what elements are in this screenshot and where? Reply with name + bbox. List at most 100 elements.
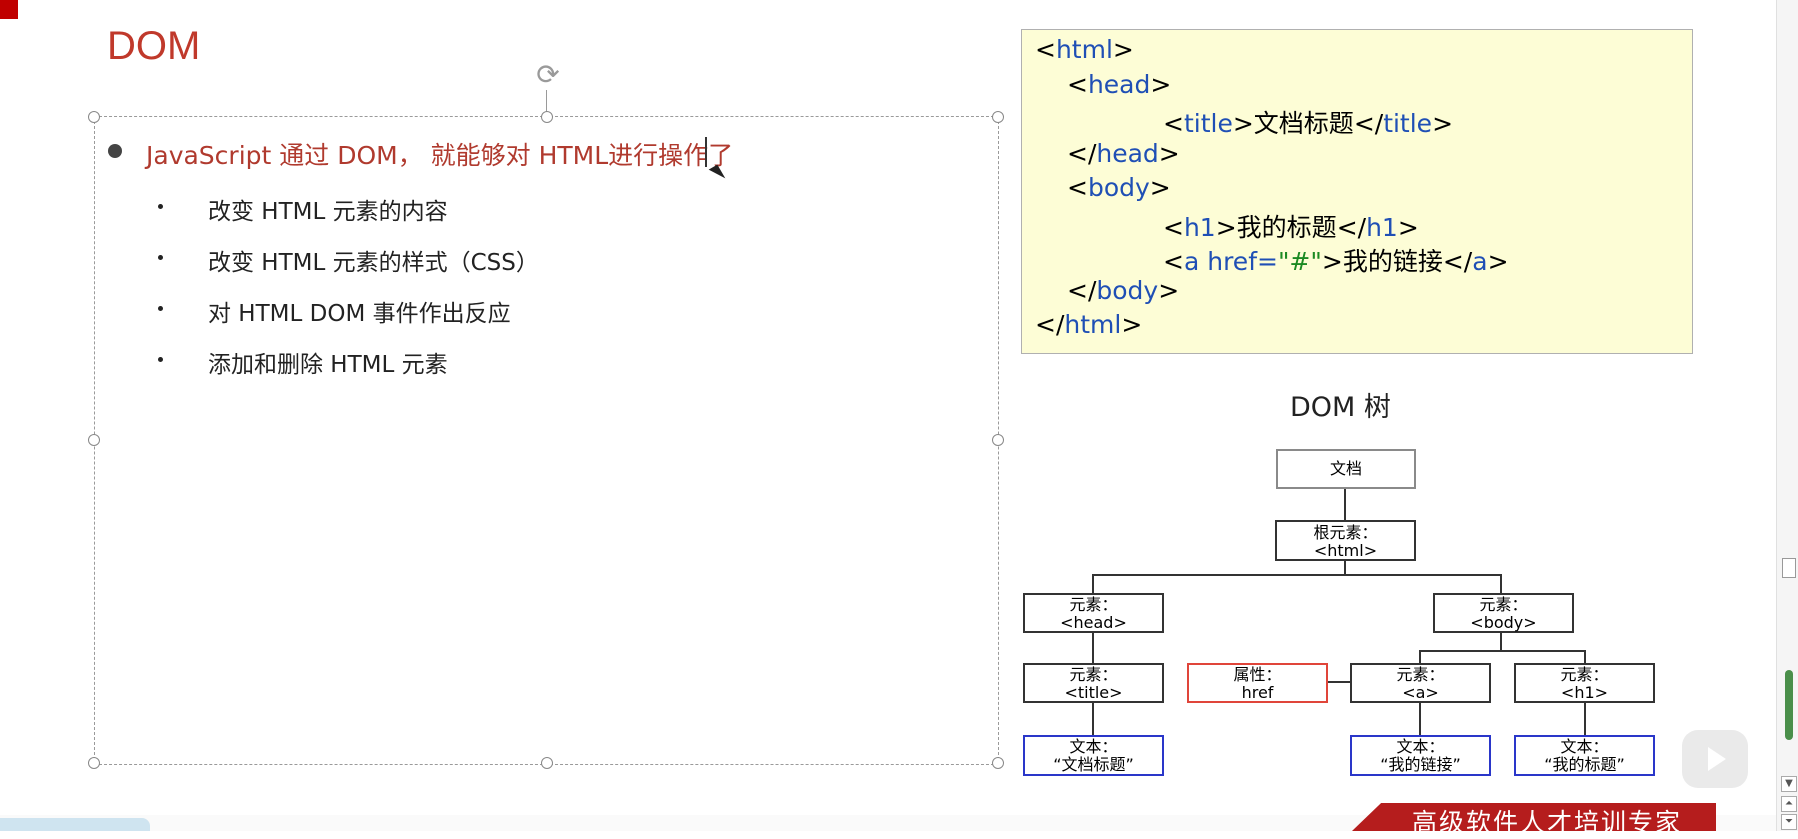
tree-node-tag: href	[1241, 683, 1274, 702]
bullet-dot-icon	[158, 255, 163, 260]
tree-connector	[1344, 561, 1346, 575]
tree-connector	[1419, 703, 1421, 735]
tree-node-text-heading: 文本： “我的标题”	[1514, 735, 1655, 776]
dom-tree-title: DOM 树	[1290, 392, 1391, 423]
tree-node-text-link: 文本： “我的链接”	[1350, 735, 1491, 776]
bullet-dot-icon	[158, 204, 163, 209]
resize-handle-bottom-right[interactable]	[992, 757, 1004, 769]
tree-node-document: 文档	[1276, 449, 1416, 489]
tree-connector	[1092, 574, 1094, 594]
tree-connector	[1092, 574, 1502, 576]
code-tag: h1	[1366, 213, 1398, 242]
tree-connector	[1327, 681, 1351, 683]
footer-decoration	[0, 818, 150, 831]
tree-node-text-title: 文本： “文档标题”	[1023, 735, 1164, 776]
tree-node-label: 元素：	[1560, 665, 1609, 684]
code-tag: head	[1096, 139, 1159, 168]
tree-node-tag: “文档标题”	[1053, 755, 1134, 774]
bullet-dot-icon	[108, 144, 122, 158]
list-item-text[interactable]: 改变 HTML 元素的内容	[208, 192, 448, 226]
tree-connector	[1584, 650, 1586, 663]
scroll-indicator[interactable]	[1785, 670, 1793, 740]
code-attr-value: "#"	[1277, 247, 1322, 276]
code-line: </html>	[1035, 310, 1143, 339]
tree-connector	[1092, 632, 1094, 663]
code-line: </body>	[1067, 276, 1180, 305]
tree-node-label: 属性：	[1233, 665, 1282, 684]
code-tag: a	[1183, 247, 1200, 276]
tree-node-head: 元素： <head>	[1023, 593, 1164, 633]
vertical-scrollbar[interactable]: ▼ ⏶ ⏷	[1776, 0, 1798, 831]
tree-node-tag: <head>	[1060, 613, 1127, 632]
code-line: <html>	[1035, 35, 1134, 64]
code-line: <title>文档标题</title>	[1163, 109, 1454, 138]
tree-node-tag: <h1>	[1560, 683, 1609, 702]
scroll-page-up-icon[interactable]: ⏶	[1781, 796, 1797, 812]
code-line: <body>	[1067, 173, 1171, 202]
tree-node-root: 根元素： <html>	[1275, 520, 1416, 561]
code-tag: html	[1055, 35, 1113, 64]
tree-node-text: 文档	[1329, 459, 1362, 478]
footer-banner-text: 高级软件人才培训专家	[1412, 808, 1683, 837]
scroll-page-down-icon[interactable]: ⏷	[1781, 814, 1797, 830]
scrollbar-thumb[interactable]	[1782, 558, 1796, 578]
rotate-handle-icon[interactable]: ⟳	[533, 60, 563, 90]
tree-connector	[1092, 703, 1094, 735]
tree-node-label: 文本：	[1396, 737, 1445, 756]
resize-handle-right[interactable]	[992, 434, 1004, 446]
tree-node-tag: <a>	[1402, 683, 1439, 702]
code-tag: h1	[1183, 213, 1216, 242]
tree-node-label: 元素：	[1396, 665, 1445, 684]
code-line: <a href="#">我的链接</a>	[1163, 247, 1509, 276]
tree-node-a: 元素： <a>	[1350, 663, 1491, 703]
tree-connector	[1419, 650, 1586, 652]
tree-node-label: 元素：	[1069, 665, 1118, 684]
tree-node-label: 元素：	[1479, 595, 1528, 614]
main-bullet-text[interactable]: JavaScript 通过 DOM， 就能够对 HTML进行操作了	[146, 136, 733, 172]
play-button-icon[interactable]	[1682, 730, 1748, 788]
tree-node-label: 根元素：	[1313, 523, 1378, 542]
code-tag: body	[1096, 276, 1159, 305]
tree-node-body: 元素： <body>	[1433, 593, 1574, 633]
resize-handle-top-right[interactable]	[992, 111, 1004, 123]
tree-node-label: 元素：	[1069, 595, 1118, 614]
text-caret	[705, 137, 707, 167]
tree-node-label: 文本：	[1069, 737, 1118, 756]
slide-title: DOM	[107, 24, 201, 68]
code-line: <h1>我的标题</h1>	[1163, 213, 1419, 242]
list-item-text[interactable]: 对 HTML DOM 事件作出反应	[208, 294, 511, 328]
code-tag: title	[1183, 109, 1233, 138]
bullet-dot-icon	[158, 306, 163, 311]
tree-node-h1: 元素： <h1>	[1514, 663, 1655, 703]
tree-node-attribute: 属性： href	[1187, 663, 1328, 703]
resize-handle-top[interactable]	[541, 111, 553, 123]
code-tag: a	[1472, 247, 1488, 276]
tree-node-tag: <html>	[1313, 541, 1378, 560]
resize-handle-left[interactable]	[88, 434, 100, 446]
code-tag: html	[1064, 310, 1122, 339]
code-text: 我的链接	[1342, 247, 1443, 276]
tree-node-title: 元素： <title>	[1023, 663, 1164, 703]
resize-handle-bottom-left[interactable]	[88, 757, 100, 769]
code-text: 文档标题	[1253, 109, 1354, 138]
bullet-dot-icon	[158, 357, 163, 362]
list-item-text[interactable]: 改变 HTML 元素的样式（CSS）	[208, 243, 539, 277]
code-tag: body	[1087, 173, 1150, 202]
tree-node-tag: <body>	[1470, 613, 1537, 632]
resize-handle-bottom[interactable]	[541, 757, 553, 769]
tree-node-tag: <title>	[1064, 683, 1123, 702]
tree-node-tag: “我的标题”	[1544, 755, 1625, 774]
code-tag: head	[1087, 70, 1151, 99]
code-line: <head>	[1067, 70, 1172, 99]
code-tag: title	[1383, 109, 1433, 138]
code-line: </head>	[1067, 139, 1180, 168]
tree-node-label: 文本：	[1560, 737, 1609, 756]
tree-connector	[1500, 632, 1502, 652]
resize-handle-top-left[interactable]	[88, 111, 100, 123]
tree-node-tag: “我的链接”	[1380, 755, 1461, 774]
html-code-box: <html> <head> <title>文档标题</title> </head…	[1021, 29, 1693, 354]
scroll-down-arrow-icon[interactable]: ▼	[1781, 776, 1797, 792]
slide-corner-mark	[0, 0, 18, 19]
list-item-text[interactable]: 添加和删除 HTML 元素	[208, 345, 448, 379]
tree-connector	[1344, 489, 1346, 520]
